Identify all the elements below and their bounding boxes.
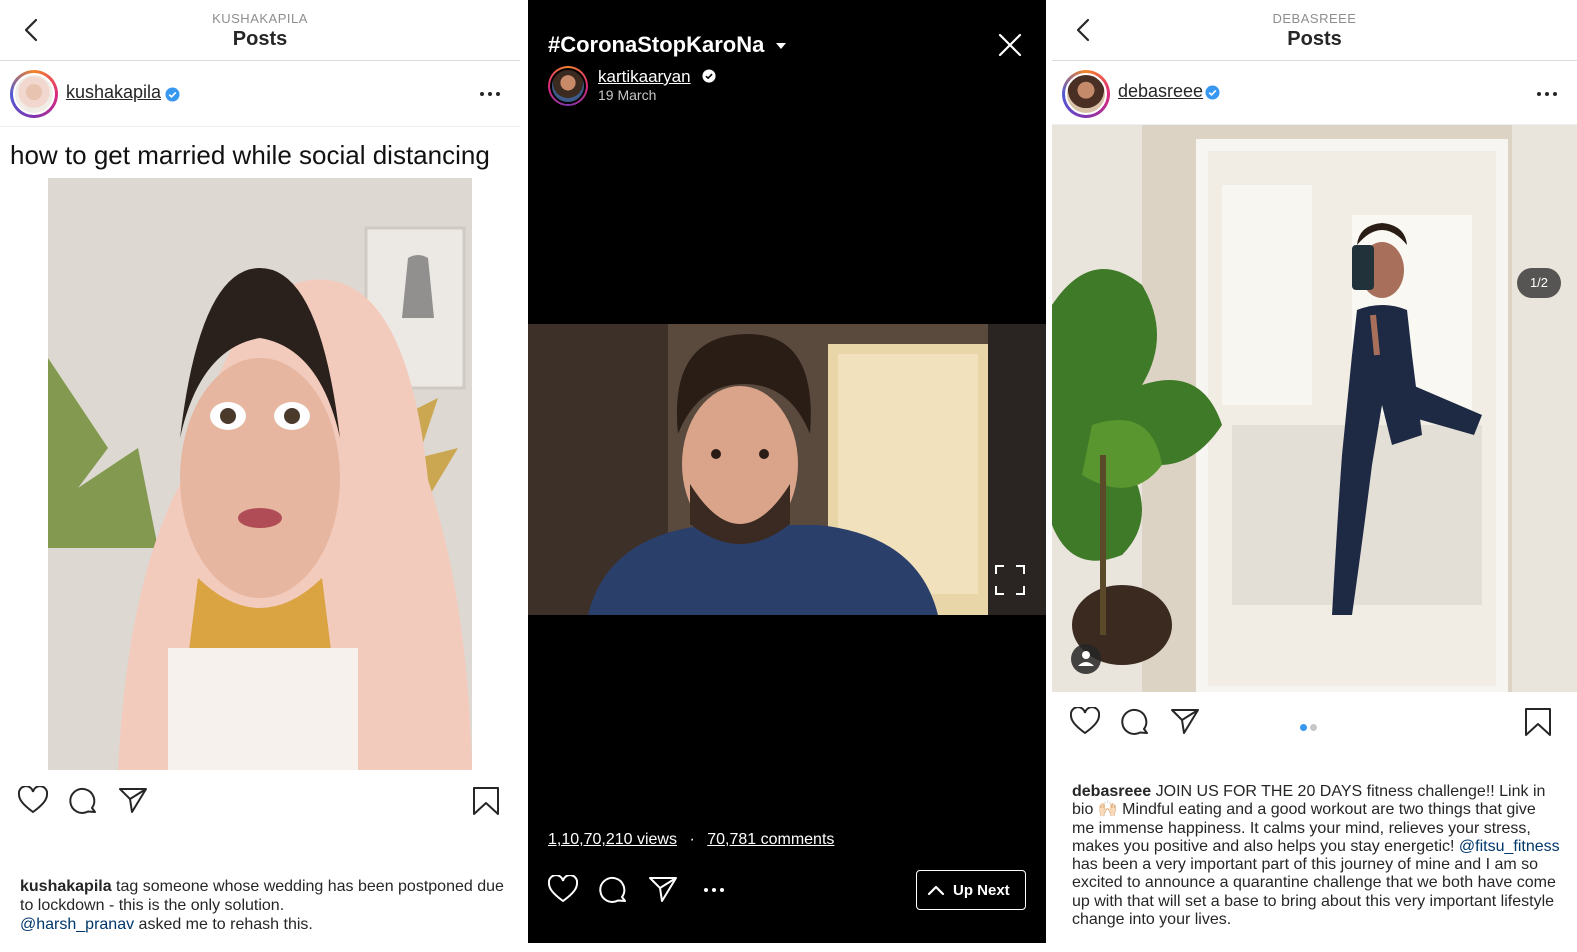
post-screen-debasreee: DEBASREEE Posts debasreee 1/2 debasreee …	[1052, 0, 1577, 952]
comments-count[interactable]: 70,781 comments	[707, 831, 834, 848]
more-options-icon[interactable]	[1535, 89, 1559, 99]
post-image[interactable]: 1/2	[1052, 125, 1577, 692]
carousel-dot-active	[1300, 724, 1307, 731]
carousel-counter: 1/2	[1517, 268, 1561, 298]
verified-badge-icon	[165, 87, 180, 102]
header-title: Posts	[232, 28, 288, 50]
caption-text-2: has been a very important part of this j…	[1072, 856, 1556, 929]
avatar[interactable]	[1062, 70, 1110, 118]
up-next-button[interactable]: Up Next	[916, 870, 1026, 910]
post-title: how to get married while social distanci…	[10, 140, 490, 170]
bookmark-icon[interactable]	[1524, 707, 1552, 737]
post-author-row: kushakapila	[0, 61, 520, 127]
header-title: Posts	[1287, 28, 1342, 50]
share-icon[interactable]	[1170, 707, 1200, 735]
comment-icon[interactable]	[598, 875, 628, 905]
heart-icon[interactable]	[548, 875, 578, 903]
carousel-indicator	[1300, 718, 1320, 736]
carousel-dot	[1310, 724, 1317, 731]
video-stats: 1,10,70,210 views · 70,781 comments	[548, 831, 834, 849]
post-video-frame[interactable]	[48, 178, 472, 770]
share-icon[interactable]	[118, 786, 148, 814]
more-options-icon[interactable]	[478, 89, 502, 99]
comment-icon[interactable]	[1120, 707, 1150, 737]
close-icon[interactable]	[998, 33, 1022, 57]
post-author-row: debasreee	[1052, 61, 1577, 125]
up-next-label: Up Next	[953, 882, 1010, 899]
chevron-up-icon	[927, 885, 945, 896]
user-tag-icon[interactable]	[1070, 643, 1102, 675]
verified-badge-icon	[1205, 85, 1220, 100]
avatar[interactable]	[10, 70, 58, 118]
posts-header: KUSHAKAPILA Posts	[0, 0, 520, 61]
post-caption: kushakapila tag someone whose wedding ha…	[20, 877, 510, 934]
caption-author[interactable]: debasreee	[1072, 783, 1151, 800]
video-viewer-kartikaaryan: #CoronaStopKaroNa kartikaaryan 19 March …	[528, 0, 1046, 943]
author-username[interactable]: kartikaaryan	[598, 67, 691, 87]
hashtag-dropdown[interactable]: #CoronaStopKaroNa	[548, 32, 788, 58]
caption-author[interactable]: kushakapila	[20, 878, 112, 895]
header-username: DEBASREEE	[1272, 11, 1357, 26]
avatar[interactable]	[548, 66, 588, 106]
share-icon[interactable]	[648, 875, 678, 903]
heart-icon[interactable]	[18, 786, 48, 814]
video-player[interactable]	[528, 324, 1046, 615]
post-caption: debasreee JOIN US FOR THE 20 DAYS fitnes…	[1072, 783, 1562, 929]
author-username[interactable]: kushakapila	[66, 82, 161, 103]
post-date: 19 March	[598, 87, 657, 103]
more-options-icon[interactable]	[702, 885, 726, 895]
hashtag-label: #CoronaStopKaroNa	[548, 32, 765, 57]
heart-icon[interactable]	[1070, 707, 1100, 735]
stats-separator: ·	[689, 831, 695, 848]
comment-icon[interactable]	[68, 786, 98, 816]
posts-header: DEBASREEE Posts	[1052, 0, 1577, 61]
verified-badge-icon	[702, 69, 716, 83]
fullscreen-icon[interactable]	[994, 564, 1026, 596]
header-username: KUSHAKAPILA	[212, 11, 308, 26]
caption-mention[interactable]: @harsh_pranav	[20, 916, 134, 933]
caption-mention[interactable]: @fitsu_fitness	[1459, 838, 1560, 855]
bookmark-icon[interactable]	[472, 786, 500, 816]
dropdown-caret-icon	[776, 43, 787, 50]
caption-text-2: asked me to rehash this.	[134, 916, 313, 933]
author-username[interactable]: debasreee	[1118, 81, 1203, 102]
views-count[interactable]: 1,10,70,210 views	[548, 831, 677, 848]
post-screen-kushakapila: KUSHAKAPILA Posts kushakapila how to get…	[0, 0, 520, 952]
